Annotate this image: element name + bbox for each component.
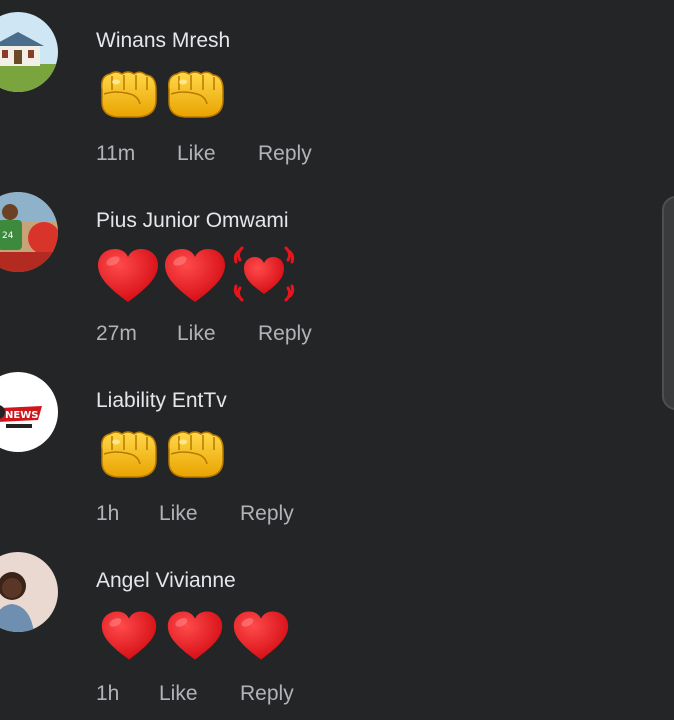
comment-author[interactable]: Winans Mresh	[96, 29, 230, 53]
comment-time[interactable]: 1h	[96, 502, 119, 526]
comment-reaction	[96, 424, 228, 480]
like-button[interactable]: Like	[177, 322, 216, 346]
heart-emoji	[167, 611, 223, 660]
fist-emoji	[100, 431, 157, 478]
like-button[interactable]: Like	[177, 142, 216, 166]
avatar-badge-text: NEWS	[5, 410, 38, 421]
comment-item: Angel Vivianne 1h Like Reply	[0, 540, 660, 720]
like-button[interactable]: Like	[159, 682, 198, 706]
reply-button[interactable]: Reply	[240, 682, 294, 706]
comment-author[interactable]: Liability EntTv	[96, 389, 227, 413]
heart-emoji	[165, 249, 225, 302]
comment-author[interactable]: Pius Junior Omwami	[96, 209, 289, 233]
comment-time[interactable]: 11m	[96, 142, 135, 166]
avatar[interactable]	[0, 12, 58, 92]
avatar[interactable]: 24	[0, 192, 58, 272]
comment-time[interactable]: 1h	[96, 682, 119, 706]
comment-reaction	[100, 604, 296, 660]
heart-emoji	[98, 249, 158, 302]
comment-author[interactable]: Angel Vivianne	[96, 569, 236, 593]
avatar[interactable]: NEWS	[0, 372, 58, 452]
svg-text:24: 24	[2, 231, 14, 241]
scrollbar-handle[interactable]	[662, 196, 674, 410]
heart-emoji	[101, 611, 157, 660]
reply-button[interactable]: Reply	[240, 502, 294, 526]
like-button[interactable]: Like	[159, 502, 198, 526]
comment-item: NEWS Liability EntTv 1h Like Reply	[0, 360, 660, 540]
reply-button[interactable]: Reply	[258, 322, 312, 346]
fist-emoji	[167, 431, 224, 478]
comment-item: 24 Pius Junior Omwami 27m Like Reply	[0, 180, 660, 360]
beating-heart-emoji	[233, 246, 295, 302]
avatar[interactable]	[0, 552, 58, 632]
comment-reaction	[96, 244, 300, 302]
comment-item: Winans Mresh 11m Like Reply	[0, 0, 660, 180]
comment-reaction	[96, 64, 228, 120]
fist-emoji	[167, 71, 224, 118]
reply-button[interactable]: Reply	[258, 142, 312, 166]
heart-emoji	[233, 611, 289, 660]
fist-emoji	[100, 71, 157, 118]
comment-time[interactable]: 27m	[96, 322, 137, 346]
